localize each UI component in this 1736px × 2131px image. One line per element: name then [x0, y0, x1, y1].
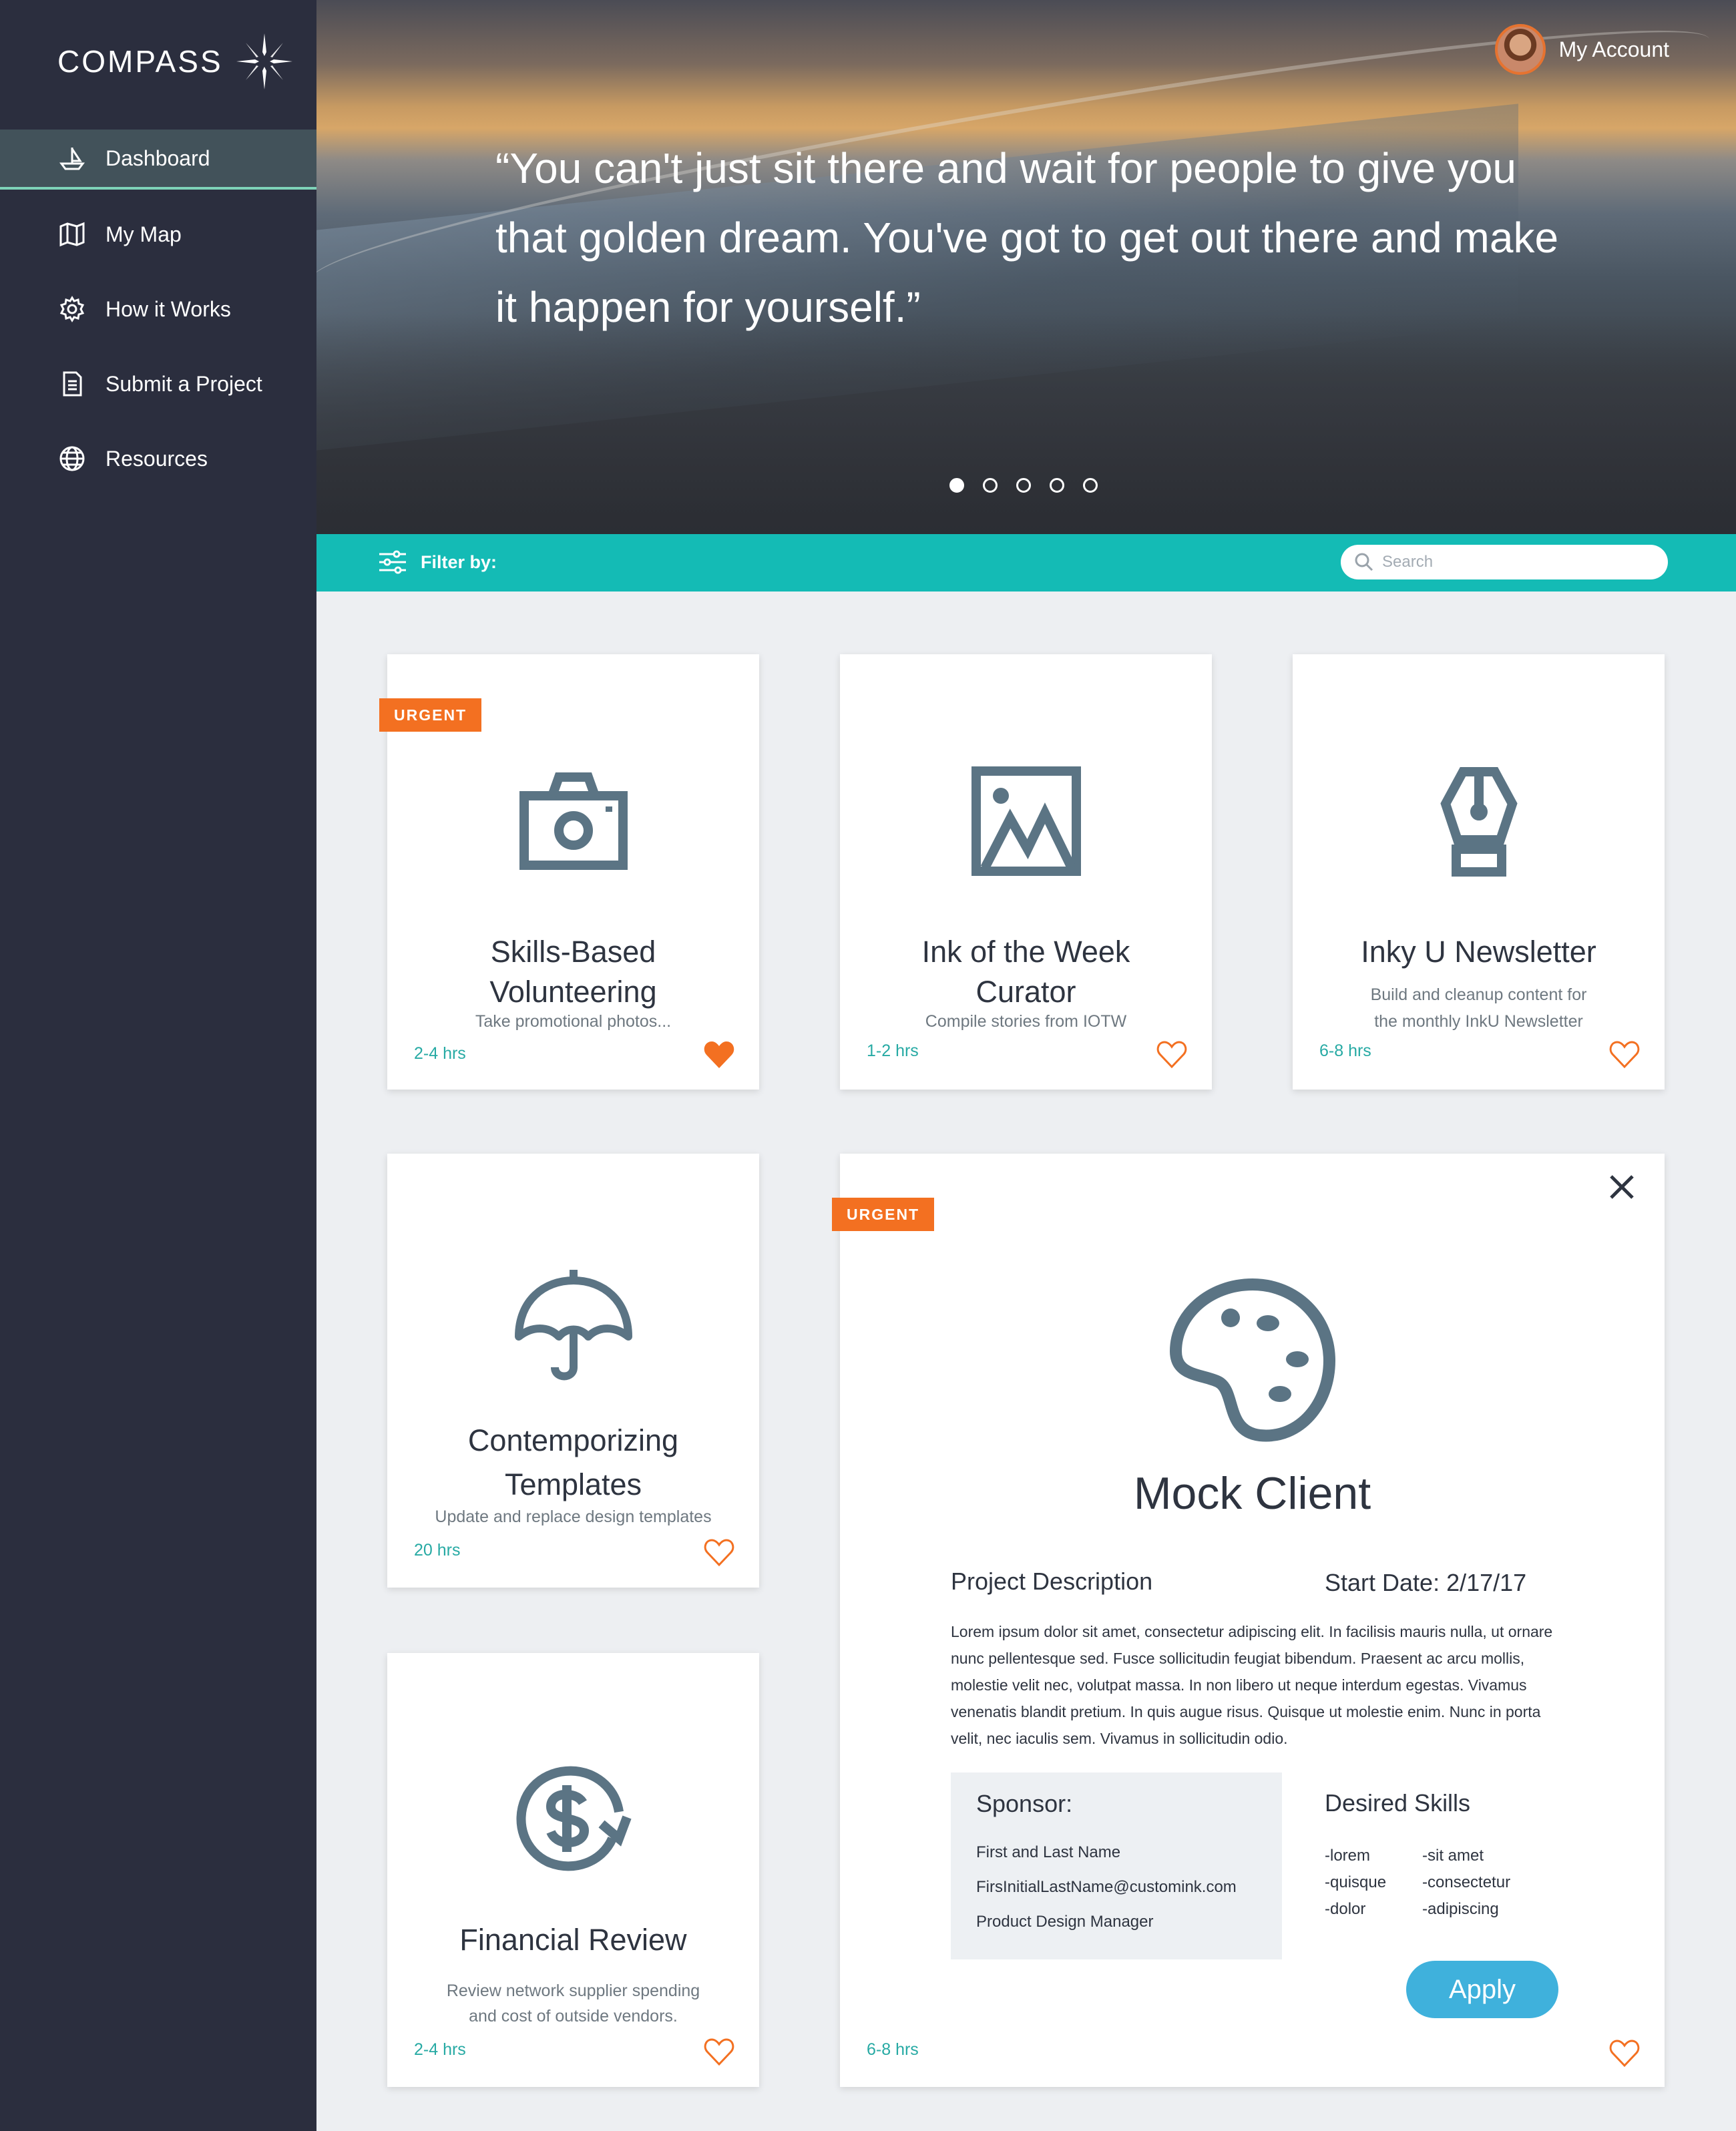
card-title: Contemporizing: [467, 1423, 679, 1457]
card-title: Volunteering: [489, 975, 657, 1009]
umbrella-icon: [514, 1270, 632, 1381]
card-subtitle: and cost of outside vendors.: [469, 2007, 678, 2026]
sponsor-box: Sponsor: First and Last Name FirsInitial…: [951, 1772, 1282, 1959]
heart-outline-icon[interactable]: [1156, 1040, 1188, 1070]
sidebar-item-how-it-works[interactable]: How it Works: [0, 279, 316, 339]
project-card[interactable]: Financial Review Review network supplier…: [387, 1653, 759, 2087]
avatar: [1494, 24, 1546, 75]
carousel-dot[interactable]: [983, 478, 998, 493]
sidebar-item-label: Submit a Project: [105, 371, 262, 396]
card-hours: 2-4 hrs: [414, 2040, 466, 2059]
logo[interactable]: COMPASS: [57, 33, 292, 89]
card-subtitle: Update and replace design templates: [435, 1507, 712, 1526]
sliders-icon: [379, 550, 406, 574]
image-icon: [971, 766, 1081, 876]
search-icon: [1355, 553, 1373, 571]
card-title: Inky U Newsletter: [1361, 935, 1596, 969]
carousel-dot[interactable]: [1083, 478, 1098, 493]
dollar-refresh-icon: [516, 1766, 632, 1871]
card-hours: 6-8 hrs: [1319, 1041, 1371, 1060]
search-input[interactable]: [1382, 553, 1649, 571]
document-icon: [57, 369, 87, 399]
sponsor-role: Product Design Manager: [976, 1913, 1154, 1931]
sidebar-item-label: Dashboard: [105, 146, 210, 170]
skill-item: -quisque: [1325, 1873, 1387, 1891]
compass-star-icon: [236, 33, 292, 89]
start-date: Start Date: 2/17/17: [1325, 1569, 1527, 1596]
carousel-dots: [949, 478, 1098, 493]
sidebar-item-my-map[interactable]: My Map: [0, 204, 316, 264]
sponsor-heading: Sponsor:: [976, 1790, 1073, 1817]
heart-outline-icon[interactable]: [703, 2038, 735, 2067]
sidebar-item-label: Resources: [105, 446, 208, 471]
skill-item: -consectetur: [1422, 1873, 1511, 1891]
project-card[interactable]: Inky U Newsletter Build and cleanup cont…: [1293, 654, 1665, 1090]
card-subtitle: Build and cleanup content for: [1370, 985, 1587, 1004]
palette-icon: [1169, 1278, 1335, 1442]
close-icon[interactable]: [1606, 1171, 1638, 1203]
description-heading: Project Description: [951, 1568, 1153, 1595]
filter-bar: Filter by:: [316, 534, 1736, 591]
project-card[interactable]: Contemporizing Templates Update and repl…: [387, 1154, 759, 1588]
hero-sand: [316, 314, 1736, 534]
carousel-dot[interactable]: [1016, 478, 1031, 493]
card-subtitle: Compile stories from IOTW: [925, 1012, 1127, 1031]
card-subtitle: Review network supplier spending: [446, 1981, 700, 2000]
sidebar-item-label: My Map: [105, 222, 182, 246]
heart-outline-icon[interactable]: [703, 1538, 735, 1568]
card-title: Ink of the Week: [921, 935, 1130, 969]
card-hours: 2-4 hrs: [414, 1044, 466, 1063]
skill-item: -adipiscing: [1422, 1900, 1499, 1918]
pen-nib-icon: [1440, 767, 1518, 877]
card-title: Financial Review: [459, 1923, 687, 1957]
heart-outline-icon[interactable]: [1608, 1040, 1641, 1070]
detail-title: Mock Client: [1133, 1468, 1371, 1519]
skills-list: -lorem -quisque -dolor: [1325, 1843, 1386, 1923]
apply-button[interactable]: Apply: [1406, 1961, 1558, 2018]
card-subtitle: the monthly InkU Newsletter: [1374, 1012, 1583, 1031]
skills-heading: Desired Skills: [1325, 1789, 1471, 1817]
project-description: Lorem ipsum dolor sit amet, consectetur …: [951, 1623, 1553, 1747]
urgent-badge: URGENT: [832, 1198, 935, 1231]
map-icon: [57, 220, 87, 249]
sidebar-item-submit-project[interactable]: Submit a Project: [0, 354, 316, 414]
hero-quote: “You can't just sit there and wait for p…: [495, 144, 1559, 331]
logo-text: COMPASS: [57, 44, 223, 79]
card-hours: 1-2 hrs: [867, 1041, 919, 1060]
sidebar-item-label: How it Works: [105, 296, 231, 321]
skill-item: -sit amet: [1422, 1847, 1484, 1865]
globe-icon: [57, 444, 87, 473]
sidebar-item-resources[interactable]: Resources: [0, 429, 316, 489]
account-menu[interactable]: My Account: [1494, 24, 1669, 75]
card-title: Curator: [975, 975, 1076, 1009]
hero-banner: My Account “You can't just sit there and…: [316, 0, 1736, 534]
filter-button[interactable]: Filter by:: [378, 549, 497, 575]
skills-list: -sit amet -consectetur -adipiscing: [1422, 1843, 1510, 1923]
skill-item: -dolor: [1325, 1900, 1366, 1918]
card-hours: 20 hrs: [414, 1541, 461, 1560]
card-hours: 6-8 hrs: [867, 2040, 919, 2059]
account-label: My Account: [1558, 37, 1669, 61]
filter-label: Filter by:: [421, 551, 497, 572]
sponsor-name: First and Last Name: [976, 1843, 1121, 1861]
gear-icon: [57, 294, 87, 324]
card-title: Skills-Based: [490, 935, 656, 969]
card-title: Templates: [504, 1467, 642, 1501]
project-detail-card: URGENT Mock Client Project Description S…: [832, 1154, 1665, 2087]
heart-filled-icon[interactable]: [703, 1040, 735, 1070]
carousel-dot[interactable]: [949, 478, 964, 493]
camera-icon: [519, 772, 628, 870]
card-subtitle: Take promotional photos...: [475, 1012, 672, 1031]
heart-outline-icon[interactable]: [1608, 2039, 1641, 2068]
carousel-dot[interactable]: [1050, 478, 1064, 493]
search-box: [1341, 545, 1668, 579]
project-card[interactable]: URGENT Skills-Based Volunteering Take pr…: [379, 654, 759, 1090]
skill-item: -lorem: [1325, 1847, 1371, 1865]
sidebar: COMPASS Dashboard My Map How it Works Su…: [0, 0, 316, 2131]
urgent-badge: URGENT: [379, 698, 482, 732]
boat-icon: [57, 144, 87, 173]
project-card[interactable]: Ink of the Week Curator Compile stories …: [840, 654, 1212, 1090]
sidebar-item-dashboard[interactable]: Dashboard: [0, 130, 316, 190]
sponsor-email[interactable]: FirsInitialLastName@customink.com: [976, 1878, 1237, 1897]
